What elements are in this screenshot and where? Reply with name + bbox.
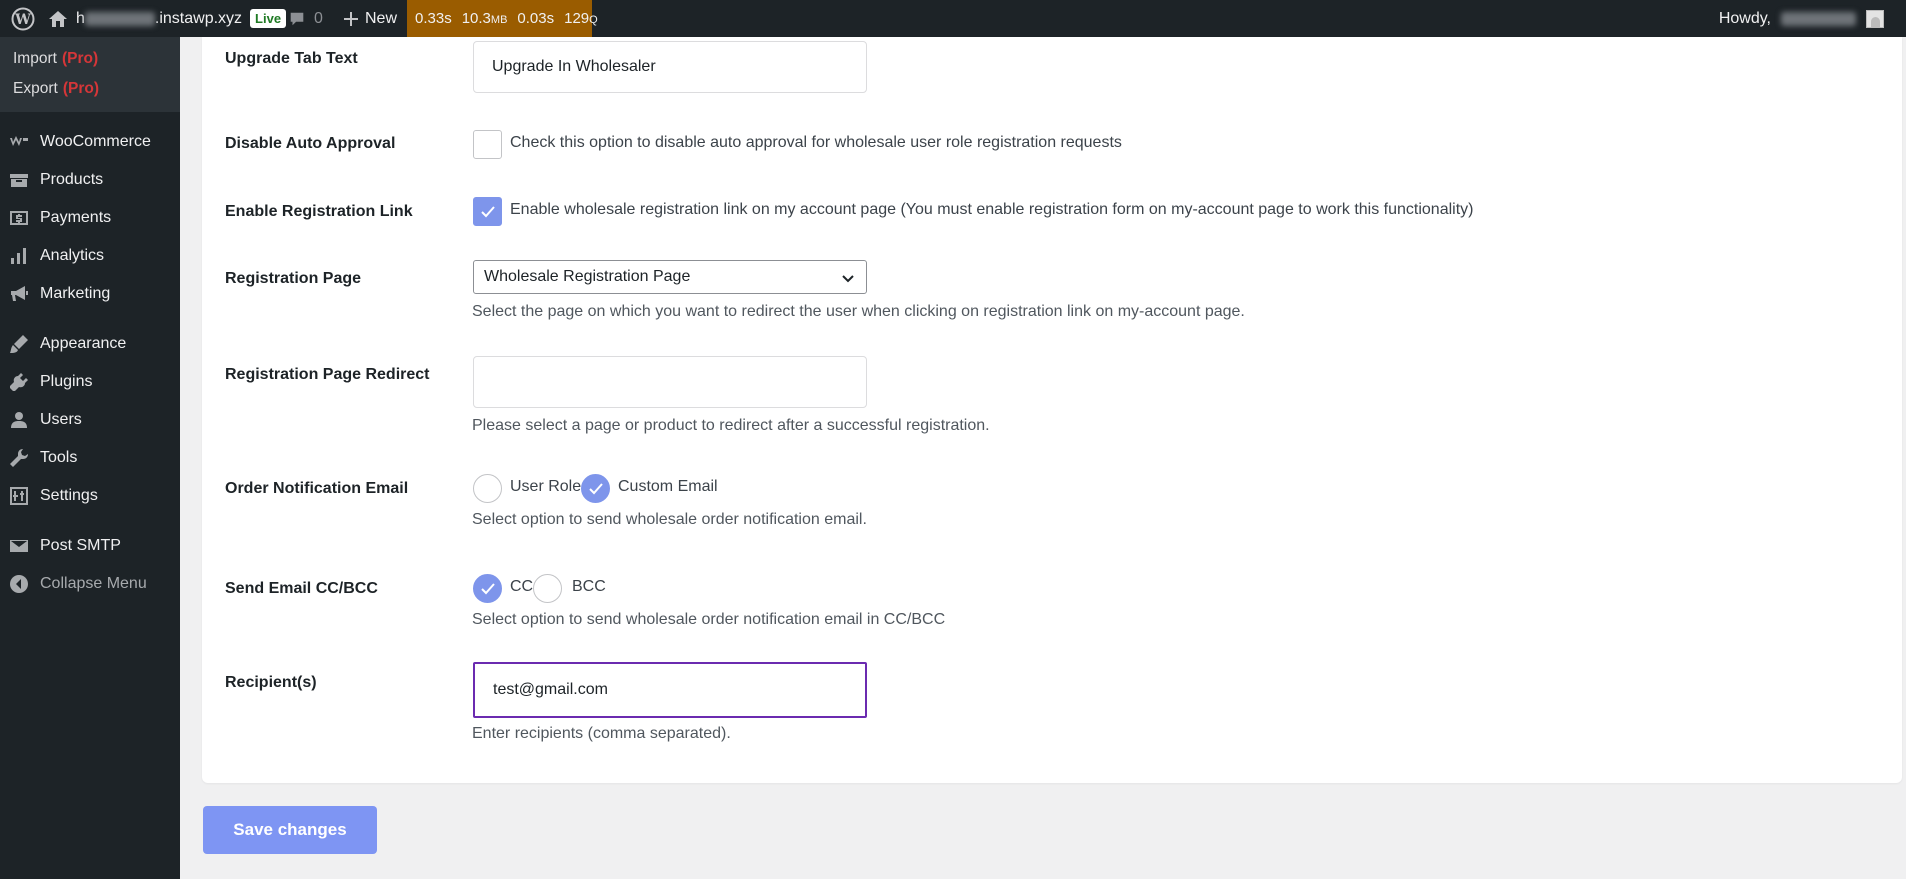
registration-page-description: Select the page on which you want to red…: [472, 303, 1245, 320]
comments-link[interactable]: 0: [288, 0, 323, 37]
radio-user-role[interactable]: [473, 474, 502, 503]
comments-count: 0: [314, 9, 323, 27]
wordpress-icon: W: [11, 7, 35, 30]
registration-page-selected: Wholesale Registration Page: [484, 268, 691, 285]
query-time: 0.03s: [517, 10, 555, 27]
registration-redirect-description: Please select a page or product to redir…: [472, 417, 990, 434]
appearance-icon: [8, 333, 30, 355]
pro-badge: (Pro): [61, 50, 99, 67]
live-badge: Live: [250, 9, 287, 28]
submenu-item-export[interactable]: Export (Pro): [13, 80, 99, 98]
plugins-icon: [8, 371, 30, 393]
sidebar-item-payments[interactable]: Payments: [0, 201, 180, 235]
disable-auto-approval-label: Disable Auto Approval: [225, 135, 396, 152]
registration-redirect-label: Registration Page Redirect: [225, 366, 430, 383]
site-name-link[interactable]: h .instawp.xyz Live: [48, 0, 287, 37]
new-content-button[interactable]: New: [343, 0, 397, 37]
radio-custom-email[interactable]: [581, 474, 610, 503]
admin-bar: W h .instawp.xyz Live 0 New 0.33s 10.3MB…: [0, 0, 1906, 37]
recipients-label: Recipient(s): [225, 674, 317, 691]
sidebar-item-marketing[interactable]: Marketing: [0, 277, 180, 311]
username-redacted: [1781, 11, 1856, 26]
enable-registration-link-label: Enable Registration Link: [225, 203, 413, 220]
sidebar-item-products[interactable]: Products: [0, 163, 180, 197]
svg-text:W: W: [14, 12, 31, 28]
save-changes-button[interactable]: Save changes: [203, 806, 377, 854]
admin-sidebar: Import (Pro) Export (Pro) WooCommerce Prod…: [0, 37, 180, 879]
order-notification-email-label: Order Notification Email: [225, 480, 409, 497]
send-email-cc-bcc-description: Select option to send wholesale order no…: [472, 611, 946, 628]
disable-auto-approval-checkbox[interactable]: [473, 130, 502, 159]
new-label: New: [365, 9, 398, 27]
site-name-prefix: h: [76, 9, 85, 27]
disable-auto-approval-text: Check this option to disable auto approv…: [510, 134, 1122, 151]
sidebar-item-tools[interactable]: Tools: [0, 441, 180, 475]
site-name-redacted: [84, 11, 155, 26]
radio-bcc[interactable]: [533, 574, 562, 603]
marketing-icon: [8, 283, 30, 305]
site-name-suffix: .instawp.xyz: [154, 9, 243, 27]
settings-icon: [8, 485, 30, 507]
plus-icon: [344, 11, 358, 26]
sidebar-item-appearance[interactable]: Appearance: [0, 327, 180, 361]
tools-icon: [8, 447, 30, 469]
sidebar-item-woocommerce[interactable]: WooCommerce: [0, 125, 180, 159]
sidebar-item-plugins[interactable]: Plugins: [0, 365, 180, 399]
radio-cc[interactable]: [473, 574, 502, 603]
collapse-menu-button[interactable]: Collapse Menu: [0, 567, 180, 601]
avatar: [1866, 9, 1884, 28]
send-email-cc-bcc-label: Send Email CC/BCC: [225, 580, 378, 597]
memory-usage: 10.3MB: [461, 10, 508, 27]
registration-page-select[interactable]: Wholesale Registration Page: [473, 260, 867, 294]
query-count: 129Q: [564, 10, 598, 27]
chevron-down-icon: [842, 275, 854, 283]
woocommerce-icon: [8, 131, 30, 153]
checkmark-icon: [588, 482, 603, 494]
pro-badge: (Pro): [62, 80, 99, 97]
home-icon: [49, 10, 67, 27]
radio-custom-email-label: Custom Email: [618, 478, 718, 495]
comment-icon: [290, 12, 304, 25]
page-time: 0.33s: [415, 10, 452, 27]
radio-bcc-label: BCC: [572, 578, 606, 595]
enable-registration-link-text: Enable wholesale registration link on my…: [510, 201, 1474, 218]
users-icon: [8, 409, 30, 431]
radio-cc-label: CC: [510, 578, 534, 595]
sidebar-item-users[interactable]: Users: [0, 403, 180, 437]
sidebar-item-post-smtp[interactable]: Post SMTP: [0, 529, 180, 563]
registration-page-label: Registration Page: [225, 270, 362, 287]
query-monitor-stats[interactable]: 0.33s 10.3MB 0.03s 129Q: [407, 0, 598, 37]
registration-redirect-input[interactable]: [473, 356, 867, 408]
enable-registration-link-checkbox[interactable]: [473, 197, 502, 226]
checkmark-icon: [480, 205, 495, 217]
my-account-menu[interactable]: Howdy,: [1719, 0, 1884, 37]
payments-icon: [8, 207, 30, 229]
submenu-item-import[interactable]: Import (Pro): [13, 50, 98, 68]
sidebar-item-analytics[interactable]: Analytics: [0, 239, 180, 273]
howdy-label: Howdy,: [1718, 9, 1771, 27]
radio-user-role-label: User Role: [510, 478, 582, 495]
email-icon: [8, 535, 30, 557]
collapse-icon: [8, 573, 30, 595]
checkmark-icon: [480, 582, 495, 594]
products-icon: [8, 169, 30, 191]
upgrade-tab-text-input[interactable]: Upgrade In Wholesaler: [473, 41, 867, 93]
analytics-icon: [8, 245, 30, 267]
recipients-input[interactable]: test@gmail.com: [473, 662, 867, 718]
order-notification-description: Select option to send wholesale order no…: [472, 511, 867, 528]
submenu: Import (Pro) Export (Pro): [0, 37, 180, 112]
recipients-description: Enter recipients (comma separated).: [472, 725, 731, 742]
sidebar-item-settings[interactable]: Settings: [0, 479, 180, 513]
upgrade-tab-text-label: Upgrade Tab Text: [225, 50, 358, 67]
wordpress-logo-button[interactable]: W: [4, 0, 42, 37]
